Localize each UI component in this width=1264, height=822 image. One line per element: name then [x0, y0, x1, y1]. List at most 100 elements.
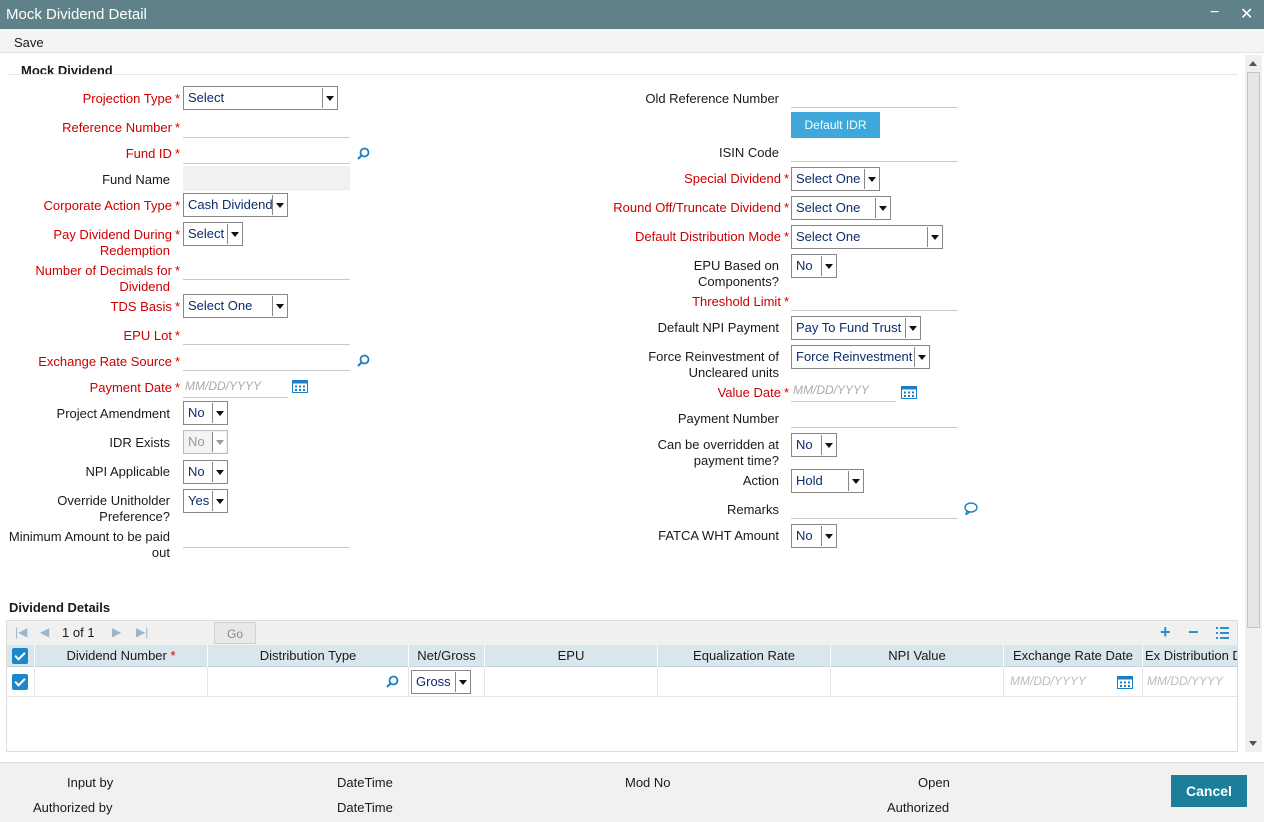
- npi-applicable-select[interactable]: No: [183, 460, 228, 484]
- default-idr-button[interactable]: Default IDR: [791, 112, 880, 138]
- calendar-icon[interactable]: [901, 385, 917, 399]
- special-dividend-select[interactable]: Select One: [791, 167, 880, 191]
- calendar-icon[interactable]: [292, 379, 308, 393]
- select-all-checkbox[interactable]: [12, 648, 28, 664]
- equalization-rate-cell[interactable]: [658, 667, 831, 697]
- pay-dividend-during-redemption-label: Pay Dividend During * Redemption: [53, 227, 180, 258]
- search-icon[interactable]: [357, 147, 370, 160]
- fatca-wht-amount-select[interactable]: No: [791, 524, 837, 548]
- chevron-down-icon: [875, 198, 889, 218]
- payment-date-label: Payment Date *: [89, 380, 180, 395]
- input-datetime-label: DateTime: [337, 775, 393, 790]
- npi-value-cell[interactable]: [831, 667, 1004, 697]
- chevron-down-icon: [905, 318, 919, 338]
- section-title: Mock Dividend: [21, 63, 113, 78]
- grid-header: Dividend Number * Distribution Type Net/…: [7, 645, 1237, 667]
- dividend-details-title: Dividend Details: [9, 600, 111, 615]
- chevron-down-icon: [212, 403, 226, 423]
- window-title: Mock Dividend Detail: [6, 6, 147, 23]
- threshold-limit-label: Threshold Limit *: [692, 294, 789, 309]
- value-date-input[interactable]: MM/DD/YYYY: [791, 378, 896, 402]
- last-page-icon[interactable]: ▶|: [136, 625, 148, 639]
- old-reference-number-input[interactable]: [791, 84, 958, 108]
- fund-id-input[interactable]: [183, 140, 350, 164]
- epu-cell[interactable]: [485, 667, 658, 697]
- idr-exists-label: IDR Exists: [109, 435, 170, 450]
- chevron-down-icon: [455, 672, 469, 692]
- prev-page-icon[interactable]: ◀: [40, 625, 49, 639]
- section-divider: [8, 74, 1238, 75]
- isin-code-label: ISIN Code: [719, 145, 779, 160]
- authorized-status-label: Authorized: [887, 800, 950, 815]
- chevron-down-icon: [821, 435, 835, 455]
- number-of-decimals-input[interactable]: [183, 256, 350, 280]
- epu-based-on-components-select[interactable]: No: [791, 254, 837, 278]
- scroll-down-icon[interactable]: [1249, 741, 1257, 746]
- scrollbar-thumb[interactable]: [1247, 72, 1260, 628]
- audit-footer: Input by Authorized by DateTime DateTime…: [0, 762, 1264, 822]
- project-amendment-select[interactable]: No: [183, 401, 228, 425]
- can-be-overridden-select[interactable]: No: [791, 433, 837, 457]
- projection-type-label: Projection Type *: [82, 91, 180, 106]
- row-checkbox[interactable]: [12, 674, 28, 690]
- remarks-input[interactable]: [791, 495, 958, 519]
- override-unitholder-preference-select[interactable]: Yes: [183, 489, 228, 513]
- corporate-action-type-select[interactable]: Cash Dividend: [183, 193, 288, 217]
- payment-date-input[interactable]: MM/DD/YYYY: [183, 374, 288, 398]
- next-page-icon[interactable]: ▶: [112, 625, 121, 639]
- distribution-type-cell[interactable]: [208, 667, 409, 697]
- force-reinvestment-label: Force Reinvestment of Uncleared units: [648, 349, 779, 380]
- tds-basis-label: TDS Basis *: [110, 299, 180, 314]
- minimum-amount-input[interactable]: [183, 524, 350, 548]
- dividend-number-cell[interactable]: [35, 667, 208, 697]
- reference-number-input[interactable]: [183, 114, 350, 138]
- pay-dividend-during-redemption-select[interactable]: Select: [183, 222, 243, 246]
- col-ex-distribution-date: Ex Distribution Date: [1143, 645, 1237, 667]
- col-net-gross: Net/Gross: [409, 645, 485, 667]
- authorized-by-label: Authorized by: [33, 800, 113, 815]
- reference-number-label: Reference Number *: [62, 120, 180, 135]
- isin-code-input[interactable]: [791, 138, 958, 162]
- special-dividend-label: Special Dividend *: [684, 171, 789, 186]
- force-reinvestment-select[interactable]: Force Reinvestment: [791, 345, 930, 369]
- chevron-down-icon: [212, 462, 226, 482]
- minimize-icon[interactable]: −: [1210, 4, 1219, 22]
- vertical-scrollbar[interactable]: [1245, 55, 1262, 752]
- payment-number-label: Payment Number: [677, 411, 779, 426]
- net-gross-select[interactable]: Gross: [411, 670, 471, 694]
- ex-distribution-date-cell[interactable]: MM/DD/YYYY: [1143, 667, 1237, 697]
- action-select[interactable]: Hold: [791, 469, 864, 493]
- calendar-icon[interactable]: [1117, 675, 1133, 689]
- select-all-cell[interactable]: [7, 645, 35, 667]
- first-page-icon[interactable]: |◀: [15, 625, 27, 639]
- default-npi-payment-select[interactable]: Pay To Fund Trust: [791, 316, 921, 340]
- projection-type-select[interactable]: Select: [183, 86, 338, 110]
- window-titlebar: Mock Dividend Detail − ✕: [0, 0, 1264, 29]
- exchange-rate-date-input[interactable]: MM/DD/YYYY: [1010, 674, 1086, 688]
- search-icon[interactable]: [357, 354, 370, 367]
- payment-number-input[interactable]: [791, 404, 958, 428]
- ex-distribution-date-input[interactable]: MM/DD/YYYY: [1147, 674, 1223, 688]
- search-icon[interactable]: [386, 675, 399, 688]
- default-distribution-mode-select[interactable]: Select One: [791, 225, 943, 249]
- old-reference-number-label: Old Reference Number: [645, 91, 779, 106]
- fund-id-label: Fund ID *: [125, 146, 180, 161]
- tds-basis-select[interactable]: Select One: [183, 294, 288, 318]
- close-icon[interactable]: ✕: [1240, 4, 1253, 24]
- exchange-rate-date-cell[interactable]: MM/DD/YYYY: [1004, 667, 1143, 697]
- list-view-icon[interactable]: [1216, 627, 1229, 639]
- threshold-limit-input[interactable]: [791, 287, 958, 311]
- cancel-button[interactable]: Cancel: [1171, 775, 1247, 807]
- row-select-cell[interactable]: [7, 667, 35, 697]
- save-button[interactable]: Save: [14, 35, 44, 50]
- exchange-rate-source-input[interactable]: [183, 347, 350, 371]
- scroll-up-icon[interactable]: [1249, 61, 1257, 66]
- fatca-wht-amount-label: FATCA WHT Amount: [658, 528, 779, 543]
- chevron-down-icon: [272, 296, 286, 316]
- go-button[interactable]: Go: [214, 622, 256, 644]
- comment-icon[interactable]: [964, 502, 978, 515]
- epu-lot-input[interactable]: [183, 321, 350, 345]
- remove-row-icon[interactable]: −: [1188, 622, 1199, 643]
- add-row-icon[interactable]: +: [1160, 622, 1171, 643]
- round-off-truncate-dividend-select[interactable]: Select One: [791, 196, 891, 220]
